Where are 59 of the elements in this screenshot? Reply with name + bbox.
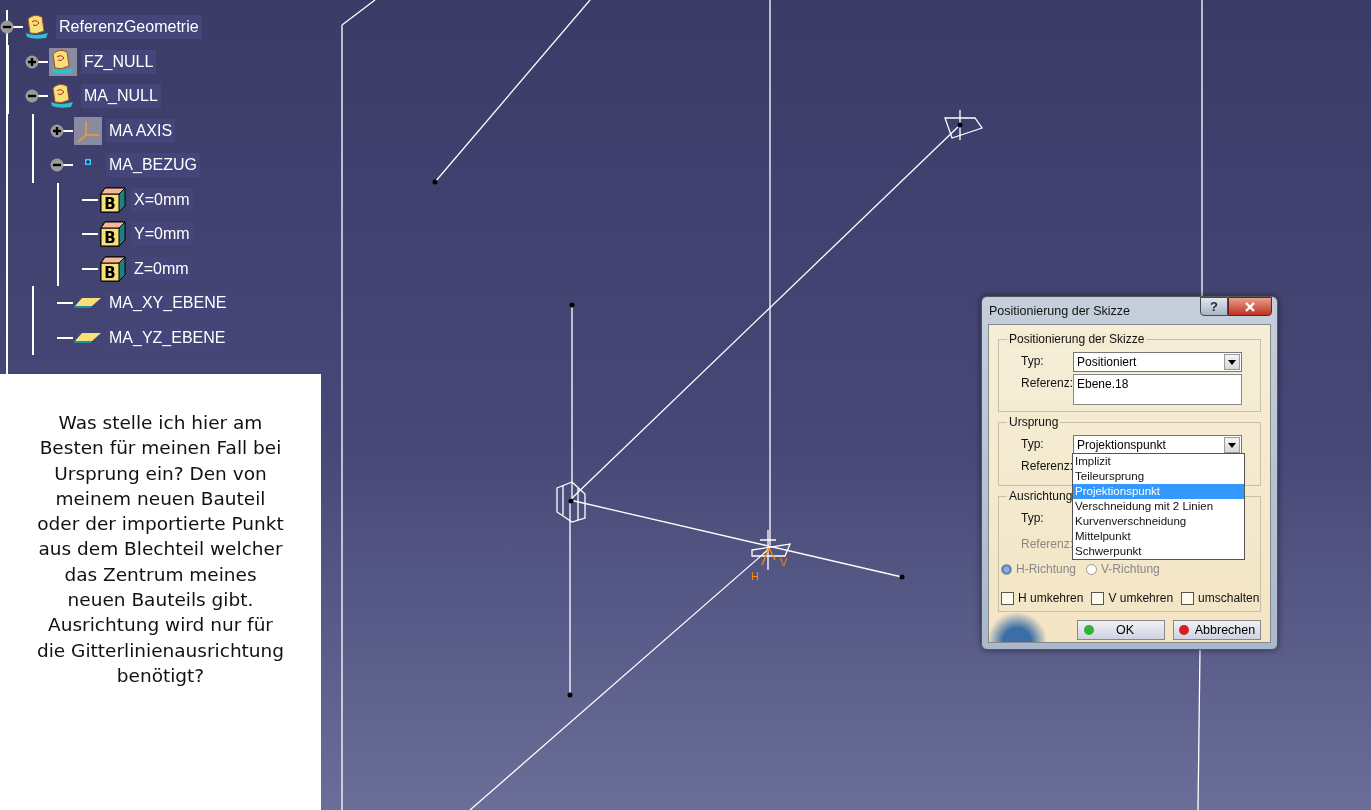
type-dropdown[interactable]: Projektionspunkt — [1073, 435, 1242, 455]
tree-node-label[interactable]: MA_XY_EBENE — [106, 291, 230, 316]
tree-node-label[interactable]: MA_YZ_EBENE — [106, 325, 229, 350]
caret-icon — [1228, 442, 1236, 448]
tree-node-label[interactable]: X=0mm — [131, 187, 193, 212]
field-label: Typ: — [1021, 510, 1045, 525]
checkbox-option[interactable]: H umkehren — [1001, 591, 1084, 605]
checkbox-option[interactable]: V umkehren — [1091, 591, 1174, 605]
dropdown-option[interactable]: Teileursprung — [1073, 469, 1244, 484]
tree-node-label[interactable]: ReferenzGeometrie — [56, 15, 202, 40]
plane-symbol — [751, 529, 792, 571]
note-text: Was stelle ich hier am Besten für meinen Fall bei Ursprung ein? Den von meinem neuen Bauteil oder der importierte Punkt aus dem Blechteil welcher das Zentrum meines neuen Bauteils gibt. Ausrichtung wird nur für die Gitterlinienausrichtung benötigt? — [35, 411, 286, 688]
dialog-button[interactable]: OK — [1077, 620, 1165, 640]
expand-toggle[interactable] — [50, 123, 64, 138]
field-label: Referenz: — [1021, 375, 1073, 390]
tree-node-label[interactable]: MA AXIS — [106, 118, 176, 143]
tree-node-label[interactable]: MA_BEZUG — [106, 153, 200, 178]
dropdown-option[interactable]: Verschneidung mit 2 Linien — [1073, 499, 1244, 514]
plane-icon — [74, 331, 102, 344]
close-icon — [1245, 301, 1255, 312]
plane-symbol — [944, 109, 984, 141]
dropdown-option[interactable]: Schwerpunkt — [1073, 544, 1244, 559]
caret-icon — [1228, 359, 1236, 365]
plane-symbol — [556, 481, 586, 523]
tree-node-label[interactable]: Y=0mm — [131, 222, 193, 247]
tree-node-label[interactable]: MA_NULL — [81, 84, 161, 109]
tree-node-label[interactable]: Z=0mm — [131, 256, 192, 281]
orientation-arrows — [761, 547, 776, 566]
group-title: Ausrichtung — [1007, 489, 1075, 503]
parameter-icon: B — [99, 185, 127, 214]
dialog-button[interactable]: Abbrechen — [1173, 620, 1261, 640]
tree-node-label[interactable]: FZ_NULL — [81, 49, 157, 74]
point-icon — [85, 159, 91, 166]
field-label: Typ: — [1021, 436, 1045, 451]
plane-icon — [74, 297, 102, 310]
close-button[interactable] — [1228, 297, 1272, 316]
expand-toggle[interactable] — [25, 54, 39, 69]
expand-toggle[interactable] — [50, 158, 64, 173]
dropdown-option[interactable]: Implizit — [1073, 454, 1244, 469]
group-title: Positionierung der Skizze — [1007, 332, 1147, 346]
geometry-set-icon — [49, 47, 77, 76]
parameter-icon: B — [99, 254, 127, 283]
expand-toggle[interactable] — [0, 20, 14, 35]
field-label: Referenz: — [1021, 536, 1073, 551]
reference-field[interactable]: Ebene.18 — [1073, 374, 1242, 405]
dialog-title: Positionierung der Skizze — [989, 304, 1131, 318]
field-label: Typ: — [1021, 353, 1045, 368]
field-label: Referenz: — [1021, 458, 1073, 473]
expand-toggle[interactable] — [25, 89, 39, 104]
help-button[interactable]: ? — [1200, 297, 1228, 316]
dropdown-option[interactable]: Kurvenverschneidung — [1073, 514, 1244, 529]
parameter-icon: B — [99, 220, 127, 249]
type-dropdown[interactable]: Positioniert — [1073, 352, 1242, 372]
dropdown-option[interactable]: Mittelpunkt — [1073, 529, 1244, 544]
axis-label: H — [751, 570, 759, 582]
group-title: Ursprung — [1007, 415, 1061, 429]
axis-system-icon — [74, 116, 102, 145]
axis-label: V — [780, 556, 788, 568]
checkbox-option[interactable]: umschalten — [1181, 591, 1260, 605]
